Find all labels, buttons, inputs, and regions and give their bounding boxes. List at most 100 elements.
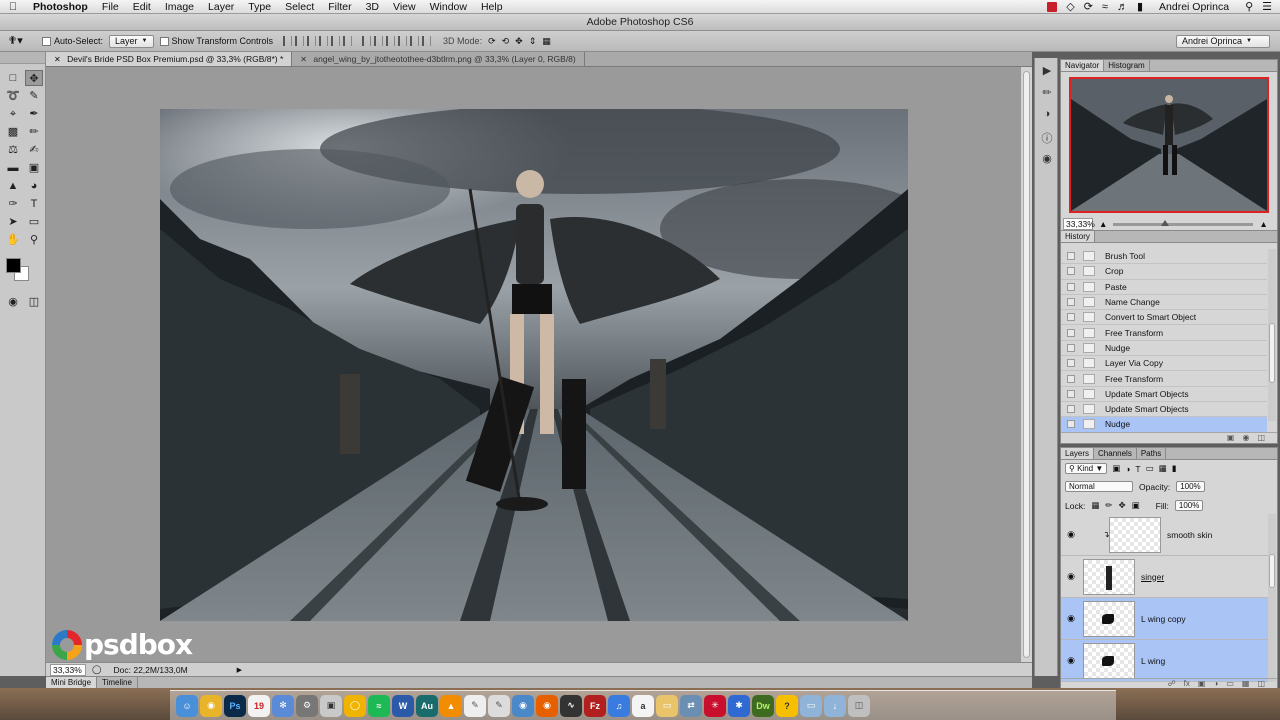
path-select-icon[interactable]: ➤ xyxy=(4,214,22,230)
tab-history[interactable]: History xyxy=(1061,231,1095,242)
history-item-selected[interactable]: Nudge xyxy=(1061,417,1267,433)
spotlight-icon[interactable]: ⚲ xyxy=(1245,0,1253,13)
adjustments-icon[interactable]: ◑ xyxy=(1038,108,1056,124)
tab-timeline[interactable]: Timeline xyxy=(97,677,138,688)
eye-icon[interactable]: ◉ xyxy=(1061,571,1081,582)
navigator-zoom-slider[interactable] xyxy=(1113,219,1254,226)
layer-row[interactable]: ◉ ↴ smooth skin xyxy=(1061,514,1269,556)
info-icon[interactable]: ⓘ xyxy=(1038,130,1056,146)
volume-icon[interactable]: ♬ xyxy=(1117,1,1128,13)
wifi-icon[interactable]: ≈ xyxy=(1102,1,1108,13)
navigator-zoom-field[interactable]: 33,33% xyxy=(1063,218,1095,230)
status-info-icon[interactable]: ◯ xyxy=(92,664,102,675)
history-source-checkbox[interactable] xyxy=(1067,359,1075,368)
brush-tool-icon[interactable]: ✏ xyxy=(25,124,43,140)
distribute-left-icon[interactable] xyxy=(398,36,408,46)
history-source-checkbox[interactable] xyxy=(1067,420,1075,429)
menu-view[interactable]: View xyxy=(386,0,423,14)
firefox-icon[interactable]: ◉ xyxy=(536,694,558,717)
tab-channels[interactable]: Channels xyxy=(1094,448,1137,459)
lock-pixels-icon[interactable]: ✏ xyxy=(1105,500,1112,511)
filter-smart-object-icon[interactable]: ▦ xyxy=(1159,463,1167,474)
layer-name[interactable]: L wing copy xyxy=(1141,614,1186,624)
history-scrollbar[interactable] xyxy=(1268,249,1276,421)
filter-pixel-icon[interactable]: ▣ xyxy=(1112,463,1120,474)
close-icon[interactable]: ✕ xyxy=(54,55,61,64)
vlc-icon[interactable]: ▲ xyxy=(440,694,462,717)
slider-knob[interactable] xyxy=(1161,219,1170,226)
documents-folder-icon[interactable]: ▭ xyxy=(800,694,822,717)
menu-filter[interactable]: Filter xyxy=(321,0,358,14)
activity-monitor-icon[interactable]: ∿ xyxy=(560,694,582,717)
notification-icon[interactable]: ☰ xyxy=(1262,0,1272,13)
doc-tab-angel-wing[interactable]: ✕ angel_wing_by_jtotheotothee-d3btlrm.pn… xyxy=(292,52,585,66)
photoshop-icon[interactable]: Ps xyxy=(224,694,246,717)
align-right-icon[interactable] xyxy=(343,36,353,46)
menu-app-photoshop[interactable]: Photoshop xyxy=(26,0,95,14)
align-hcenter-icon[interactable] xyxy=(331,36,341,46)
history-source-checkbox[interactable] xyxy=(1067,313,1075,322)
menu-help[interactable]: Help xyxy=(474,0,510,14)
type-tool-icon[interactable]: T xyxy=(25,196,43,212)
hand-tool-icon[interactable]: ✋ xyxy=(4,232,22,248)
document-canvas-image[interactable] xyxy=(160,109,908,621)
checkbox-box[interactable] xyxy=(42,36,51,46)
gradient-tool-icon[interactable]: ▣ xyxy=(25,160,43,176)
history-source-checkbox[interactable] xyxy=(1067,389,1075,398)
eye-icon[interactable]: ◉ xyxy=(1061,613,1081,624)
layer-row[interactable]: ◉ singer xyxy=(1061,556,1269,598)
color-swatches[interactable] xyxy=(6,258,45,288)
trash-icon[interactable]: ◫ xyxy=(1257,433,1265,443)
history-source-checkbox[interactable] xyxy=(1067,252,1075,261)
color-icon[interactable]: ◉ xyxy=(1038,152,1056,168)
distribute-hcenter-icon[interactable] xyxy=(410,36,420,46)
history-item[interactable]: Update Smart Objects xyxy=(1061,402,1267,418)
panel-grip[interactable] xyxy=(0,52,45,64)
script-editor-icon[interactable]: ✎ xyxy=(488,694,510,717)
history-item[interactable]: Nudge xyxy=(1061,341,1267,357)
scrollbar-thumb[interactable] xyxy=(1269,554,1275,588)
filter-type-icon[interactable]: T xyxy=(1135,464,1140,474)
menu-image[interactable]: Image xyxy=(158,0,201,14)
new-document-from-state-icon[interactable]: ▣ xyxy=(1227,433,1235,443)
dodge-tool-icon[interactable]: ◕ xyxy=(25,178,43,194)
sync-icon[interactable]: ⟳ xyxy=(1084,0,1093,13)
spotify-icon[interactable]: ≈ xyxy=(368,694,390,717)
3d-drag-icon[interactable]: ✥ xyxy=(515,36,523,47)
layer-name[interactable]: smooth skin xyxy=(1167,530,1212,540)
navigator-preview[interactable] xyxy=(1069,77,1269,213)
quick-select-tool-icon[interactable]: ✎ xyxy=(25,88,43,104)
blend-mode-dropdown[interactable]: Normal xyxy=(1065,481,1133,492)
layer-thumbnail[interactable] xyxy=(1083,642,1135,679)
filter-kind-dropdown[interactable]: ⚲ Kind ▼ xyxy=(1065,463,1108,474)
script-icon[interactable]: a xyxy=(632,694,654,717)
utility-icon[interactable]: ⚙ xyxy=(296,694,318,717)
canvas-vertical-scrollbar[interactable] xyxy=(1020,67,1032,662)
healing-brush-icon[interactable]: ▩ xyxy=(4,124,22,140)
align-vcenter-icon[interactable] xyxy=(295,36,305,46)
chrome-icon[interactable]: ◉ xyxy=(200,694,222,717)
acrobat-icon[interactable]: ✳ xyxy=(704,694,726,717)
migration-icon[interactable]: ⇄ xyxy=(680,694,702,717)
folder-icon[interactable]: ▭ xyxy=(656,694,678,717)
3d-slide-icon[interactable]: ⇕ xyxy=(529,36,537,47)
shape-tool-icon[interactable]: ▭ xyxy=(25,214,43,230)
workspace-dropdown[interactable]: Andrei Oprinca ▼ xyxy=(1176,35,1270,48)
bluetooth-icon[interactable]: ✱ xyxy=(728,694,750,717)
actions-icon[interactable]: ▶ xyxy=(1038,64,1056,80)
lock-position-icon[interactable]: ✥ xyxy=(1118,500,1125,511)
textedit-icon[interactable]: ✎ xyxy=(464,694,486,717)
lasso-tool-icon[interactable]: ➰ xyxy=(4,88,22,104)
layer-thumbnail[interactable] xyxy=(1083,600,1135,637)
screen-mode-icon[interactable]: ◫ xyxy=(25,294,43,310)
word-icon[interactable]: W xyxy=(392,694,414,717)
history-source-checkbox[interactable] xyxy=(1067,267,1075,276)
filter-toggle-icon[interactable]: ▮ xyxy=(1172,463,1177,474)
menu-layer[interactable]: Layer xyxy=(201,0,241,14)
snapshot-icon[interactable]: ◉ xyxy=(1242,433,1249,443)
finder-icon[interactable]: ☺ xyxy=(176,694,198,717)
scrollbar-thumb[interactable] xyxy=(1269,323,1275,383)
doc-tab-devils-bride[interactable]: ✕ Devil's Bride PSD Box Premium.psd @ 33… xyxy=(46,52,293,66)
tab-paths[interactable]: Paths xyxy=(1137,448,1167,459)
lock-all-icon[interactable]: ▣ xyxy=(1132,500,1140,511)
